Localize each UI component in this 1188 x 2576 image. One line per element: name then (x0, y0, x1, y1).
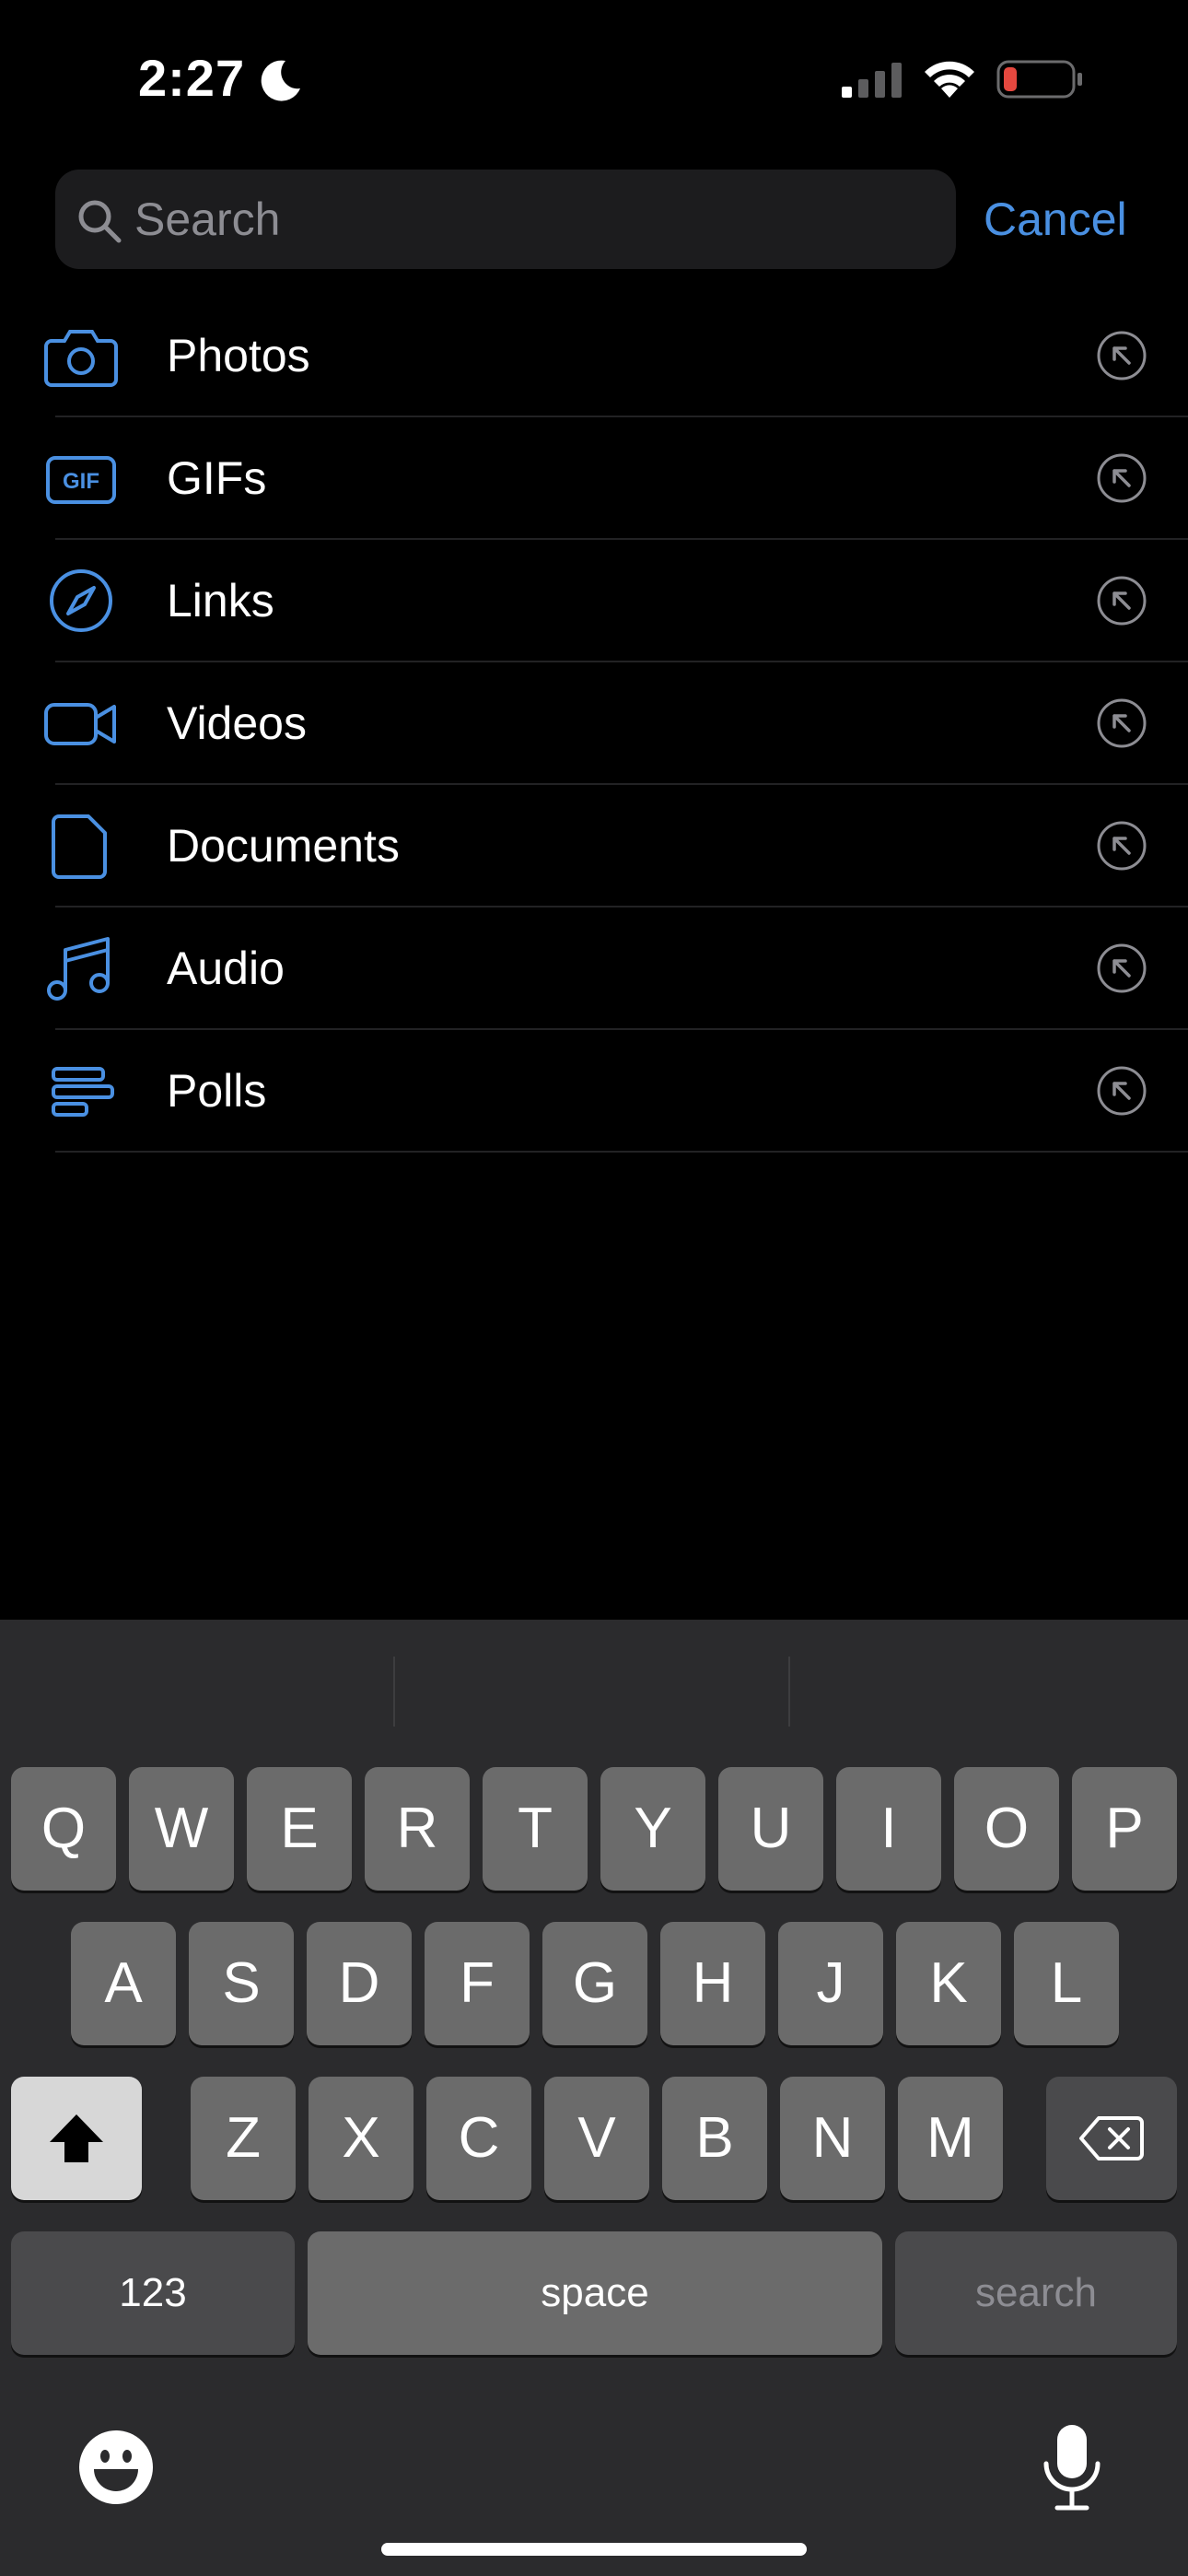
wifi-icon (925, 61, 974, 98)
key-n[interactable]: N (780, 2077, 885, 2200)
cellular-signal-icon (842, 63, 902, 98)
key-x[interactable]: X (309, 2077, 413, 2200)
key-a[interactable]: A (71, 1922, 176, 2045)
moon-icon (261, 60, 300, 101)
filter-row-audio[interactable]: Audio (0, 907, 1188, 1030)
status-time: 2:27 (138, 49, 246, 107)
filter-row-gifs[interactable]: GIF GIFs (0, 417, 1188, 540)
video-camera-icon (44, 703, 116, 745)
key-o[interactable]: O (954, 1767, 1059, 1891)
filter-label: Videos (167, 697, 307, 749)
filter-label: Links (167, 575, 274, 626)
emoji-icon[interactable] (77, 2429, 155, 2506)
key-t[interactable]: T (483, 1767, 588, 1891)
battery-low-icon (996, 60, 1082, 99)
key-y[interactable]: Y (600, 1767, 705, 1891)
document-icon (52, 814, 107, 879)
filter-row-videos[interactable]: Videos (0, 662, 1188, 785)
filter-row-photos[interactable]: Photos (0, 295, 1188, 417)
svg-text:GIF: GIF (63, 469, 99, 494)
keyboard: Q W E R T Y U I O P A S D F G H J K L Z … (0, 1620, 1188, 2576)
backspace-icon (1079, 2116, 1144, 2160)
filter-label: Audio (167, 943, 285, 994)
cancel-button[interactable]: Cancel (984, 184, 1127, 254)
music-note-icon (47, 937, 110, 1001)
filter-label: GIFs (167, 452, 267, 504)
key-q[interactable]: Q (11, 1767, 116, 1891)
search-input[interactable] (134, 170, 926, 269)
filter-list: Photos GIF GIFs Links Videos Documents A… (0, 295, 1188, 1153)
key-m[interactable]: M (898, 2077, 1003, 2200)
space-key[interactable]: space (308, 2231, 882, 2355)
key-h[interactable]: H (660, 1922, 765, 2045)
delete-key[interactable] (1046, 2077, 1177, 2200)
key-i[interactable]: I (836, 1767, 941, 1891)
filter-label: Documents (167, 820, 400, 872)
gif-icon: GIF (46, 456, 116, 504)
arrow-up-left-icon[interactable] (1096, 943, 1147, 994)
filter-row-links[interactable]: Links (0, 540, 1188, 662)
key-s[interactable]: S (189, 1922, 294, 2045)
arrow-up-left-icon[interactable] (1096, 1065, 1147, 1117)
key-b[interactable]: B (662, 2077, 767, 2200)
arrow-up-left-icon[interactable] (1096, 820, 1147, 872)
key-g[interactable]: G (542, 1922, 647, 2045)
filter-label: Polls (167, 1065, 267, 1117)
key-r[interactable]: R (365, 1767, 470, 1891)
arrow-up-left-icon[interactable] (1096, 697, 1147, 749)
search-icon (78, 200, 122, 243)
poll-icon (52, 1067, 114, 1117)
key-d[interactable]: D (307, 1922, 412, 2045)
key-w[interactable]: W (129, 1767, 234, 1891)
arrow-up-left-icon[interactable] (1096, 452, 1147, 504)
search-field[interactable] (55, 170, 956, 269)
arrow-up-left-icon[interactable] (1096, 575, 1147, 626)
suggestion-divider (393, 1657, 395, 1727)
filter-row-polls[interactable]: Polls (0, 1030, 1188, 1153)
key-v[interactable]: V (544, 2077, 649, 2200)
filter-row-documents[interactable]: Documents (0, 785, 1188, 907)
compass-icon (50, 569, 112, 632)
key-l[interactable]: L (1014, 1922, 1119, 2045)
key-k[interactable]: K (896, 1922, 1001, 2045)
key-z[interactable]: Z (191, 2077, 296, 2200)
shift-key[interactable] (11, 2077, 142, 2200)
shift-icon (50, 2114, 103, 2162)
arrow-up-left-icon[interactable] (1096, 330, 1147, 381)
key-c[interactable]: C (426, 2077, 531, 2200)
home-indicator[interactable] (381, 2543, 807, 2556)
key-u[interactable]: U (718, 1767, 823, 1891)
key-j[interactable]: J (778, 1922, 883, 2045)
numbers-key[interactable]: 123 (11, 2231, 295, 2355)
filter-label: Photos (167, 330, 310, 381)
search-key[interactable]: search (895, 2231, 1177, 2355)
suggestion-divider (788, 1657, 790, 1727)
key-e[interactable]: E (247, 1767, 352, 1891)
camera-icon (44, 330, 118, 387)
microphone-icon[interactable] (1035, 2421, 1109, 2513)
key-f[interactable]: F (425, 1922, 530, 2045)
status-bar: 2:27 (0, 0, 1188, 157)
key-p[interactable]: P (1072, 1767, 1177, 1891)
